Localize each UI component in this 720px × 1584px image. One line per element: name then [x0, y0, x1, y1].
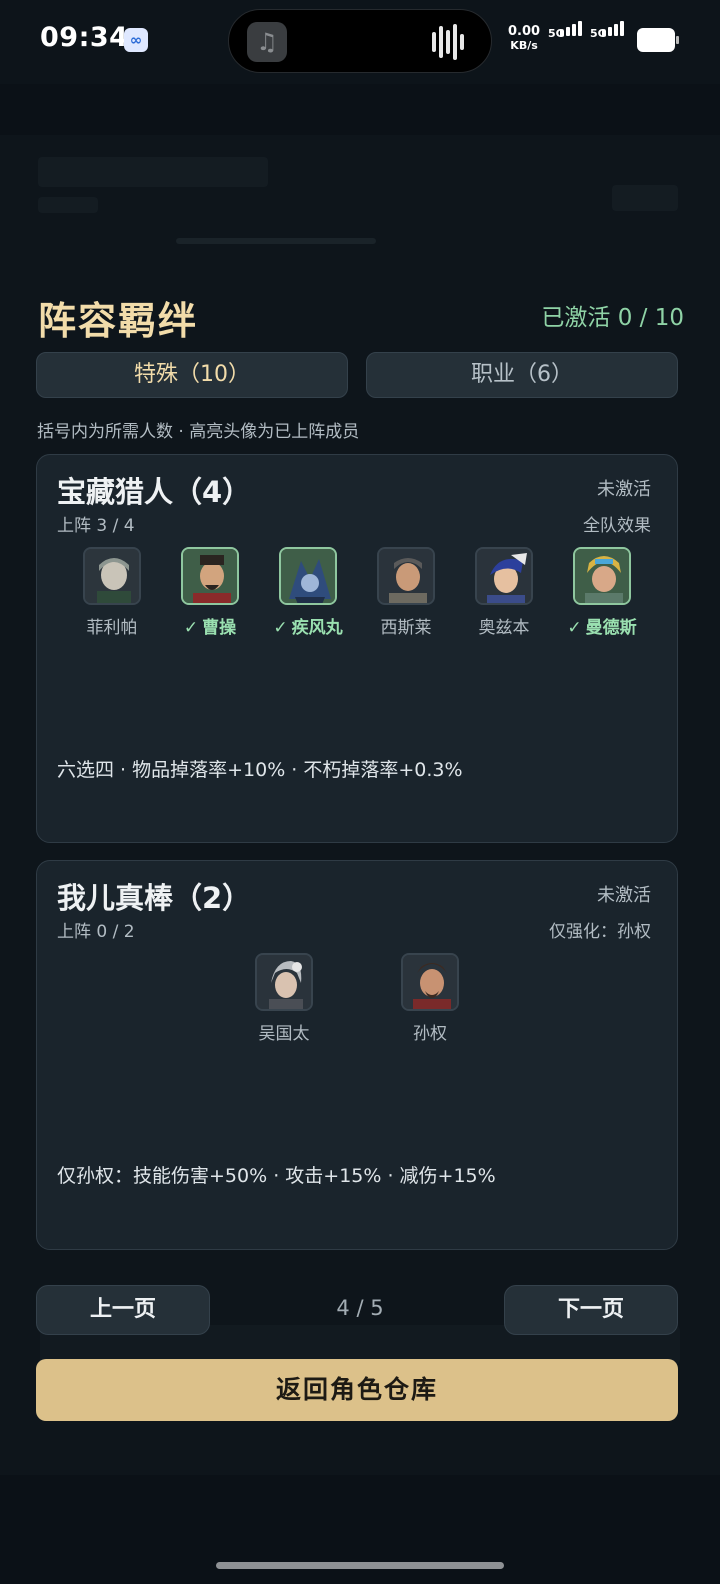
member-name: 孙权 [413, 1024, 447, 1044]
character-portrait [573, 547, 631, 605]
character-portrait [181, 547, 239, 605]
clock: 09:34 [40, 22, 129, 53]
music-note-icon: ♫ [247, 22, 287, 62]
cloud-sync-icon: ∞ [124, 28, 148, 52]
member-wuguotai[interactable]: 吴国太 [234, 953, 334, 1044]
bond-title: 我儿真棒（2） [57, 881, 252, 915]
bond-effect: 六选四 · 物品掉落率+10% · 不朽掉落率+0.3% [57, 759, 463, 781]
member-name: 奥兹本 [478, 618, 530, 638]
dynamic-island[interactable]: ♫ [228, 9, 492, 73]
bond-title: 宝藏猎人（4） [57, 475, 252, 509]
next-page-button[interactable]: 下一页 [504, 1285, 678, 1335]
member-name: 西斯莱 [380, 618, 432, 638]
bond-deploy-count: 上阵 3 / 4 [57, 516, 135, 536]
character-portrait [401, 953, 459, 1011]
member-caocao[interactable]: ✓ 曹操 [160, 547, 260, 638]
bond-status: 未激活 [597, 479, 651, 500]
network-speed: 0.00 KB/s [508, 24, 541, 53]
character-portrait [475, 547, 533, 605]
member-aozibeng[interactable]: 奥兹本 [454, 547, 554, 638]
audio-wave-icon [432, 32, 436, 52]
character-portrait [377, 547, 435, 605]
member-name: 吴国太 [258, 1024, 310, 1044]
check-icon: ✓ [273, 618, 288, 638]
hint-text: 括号内为所需人数 · 高亮头像为已上阵成员 [37, 422, 360, 442]
member-name: ✓ 曼德斯 [567, 618, 637, 638]
dialog-title: 阵容羁绊 [38, 299, 199, 343]
home-indicator[interactable] [216, 1562, 504, 1569]
tab-special[interactable]: 特殊（10） [36, 352, 348, 398]
bond-card: 我儿真棒（2） 未激活 上阵 0 / 2 仅强化：孙权 吴国太 孙权 仅孙权：技… [36, 860, 678, 1250]
activated-count: 已激活 0 / 10 [541, 305, 684, 331]
character-portrait [255, 953, 313, 1011]
member-name: ✓ 疾风丸 [273, 618, 343, 638]
character-portrait [279, 547, 337, 605]
bond-card: 宝藏猎人（4） 未激活 上阵 3 / 4 全队效果 菲利帕 ✓ 曹操 ✓ 疾风丸 西… [36, 454, 678, 843]
member-xisilai[interactable]: 西斯莱 [356, 547, 456, 638]
battery-icon [637, 28, 679, 52]
member-name: ✓ 曹操 [183, 618, 237, 638]
check-icon: ✓ [567, 618, 582, 638]
character-portrait [83, 547, 141, 605]
member-sunquan[interactable]: 孙权 [380, 953, 480, 1044]
member-mandesi[interactable]: ✓ 曼德斯 [552, 547, 652, 638]
status-bar: 09:34 ∞ ♫ 0.00 KB/s 5G 5G [0, 0, 720, 84]
bond-scope: 仅强化：孙权 [549, 922, 651, 942]
member-jifengwan[interactable]: ✓ 疾风丸 [258, 547, 358, 638]
bond-scope: 全队效果 [583, 516, 651, 536]
member-filippa[interactable]: 菲利帕 [62, 547, 162, 638]
back-to-warehouse-button[interactable]: 返回角色仓库 [36, 1359, 678, 1421]
check-icon: ✓ [183, 618, 199, 638]
tab-profession[interactable]: 职业（6） [366, 352, 678, 398]
bond-effect: 仅孙权：技能伤害+50% · 攻击+15% · 减伤+15% [57, 1165, 496, 1187]
bond-deploy-count: 上阵 0 / 2 [57, 922, 135, 942]
bond-status: 未激活 [597, 885, 651, 906]
member-name: 菲利帕 [86, 618, 138, 638]
